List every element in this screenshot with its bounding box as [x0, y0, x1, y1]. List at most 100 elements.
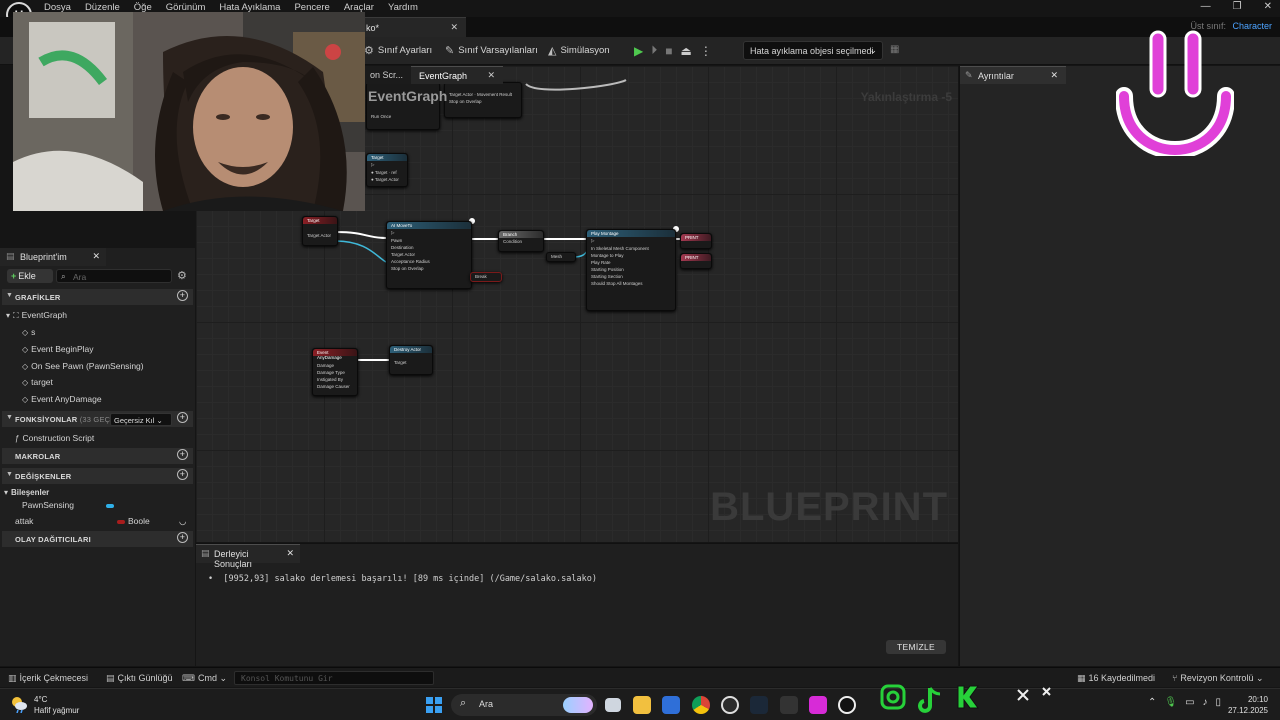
taskbar-search[interactable]: ⌕ Ara	[451, 694, 597, 716]
attack-getter-node[interactable]: Mesh	[546, 252, 576, 262]
event-any-damage-node[interactable]: Event AnyDamage Damage Damage Type Insti…	[312, 348, 358, 396]
add-dispatcher-icon[interactable]: +	[177, 532, 188, 543]
epic-games-icon[interactable]	[780, 696, 798, 714]
add-macro-icon[interactable]: +	[177, 449, 188, 460]
print-string-node-2[interactable]: PRINT	[680, 253, 712, 269]
unreal-engine-icon[interactable]	[838, 696, 856, 714]
graph-tab-bar: on Scr... EventGraph ✕	[362, 66, 504, 84]
destroy-actor-node[interactable]: Destroy Actor Target	[389, 345, 433, 375]
graph-event-anydamage[interactable]: ◇ Event AnyDamage	[22, 394, 102, 404]
section-macros-label: MAKROLAR	[15, 452, 61, 461]
microphone-icon[interactable]: 🎙	[1164, 697, 1177, 708]
break-node[interactable]: Break	[470, 272, 502, 282]
section-variables[interactable]: ▼ DEĞİŞKENLER +	[2, 468, 193, 484]
revision-control-button[interactable]: ⑂ Revizyon Kontrolü ⌄	[1172, 673, 1264, 684]
close-tab-icon[interactable]: ✕	[488, 70, 496, 81]
graph-event-target[interactable]: ◇ target	[22, 377, 53, 387]
search-icon: ⌕	[61, 271, 66, 281]
add-graph-icon[interactable]: +	[177, 290, 188, 301]
branch-node[interactable]: Branch Condition	[498, 230, 544, 252]
simulation-button[interactable]: ◭ Simülasyon	[548, 44, 610, 57]
chevron-down-icon: ⌄	[156, 416, 163, 425]
settings-gear-icon[interactable]: ⚙	[177, 269, 187, 282]
my-blueprint-tab[interactable]: ▤ Blueprint'im ✕	[0, 248, 106, 266]
chevron-up-icon[interactable]: ⌃	[1148, 697, 1156, 708]
webcam-image	[13, 12, 365, 211]
play-controls: ▶ ⏵ ■ ⏏ ⋮	[634, 43, 712, 58]
unsaved-assets-button[interactable]: ▦ 16 Kaydedilmedi	[1077, 673, 1155, 684]
graph-event-s[interactable]: ◇ s	[22, 327, 35, 337]
close-tab-icon[interactable]: ✕	[1050, 70, 1058, 81]
minimize-icon[interactable]: —	[1201, 1, 1211, 12]
debug-filter-icon[interactable]: ▦	[890, 44, 899, 55]
task-view-icon[interactable]	[605, 698, 621, 712]
play-montage-node[interactable]: Play Montage ▷ In Skeletal Mesh Componen…	[586, 229, 676, 311]
tab-construction-script[interactable]: on Scr...	[362, 66, 412, 84]
menu-help[interactable]: Yardım	[388, 2, 418, 13]
override-function-dropdown[interactable]: Geçersiz Kıl ⌄	[110, 413, 172, 426]
ai-move-to-node[interactable]: AI MoveTo ▷ Pawn Destination Target Acto…	[386, 221, 472, 289]
details-tab[interactable]: ✎ Ayrıntılar ✕	[960, 66, 1066, 84]
volume-icon[interactable]: ♪	[1203, 697, 1208, 708]
section-event-dispatchers[interactable]: OLAY DAĞITICILARI +	[2, 531, 193, 547]
step-icon[interactable]: ⏵	[651, 43, 657, 58]
close-window-icon[interactable]: ✕	[1264, 1, 1272, 12]
pencil-icon: ✎	[445, 45, 455, 57]
parent-class-link[interactable]: Character	[1232, 21, 1272, 31]
ai-move-node-partial[interactable]: Target Actor · Movement Result Stop on O…	[444, 82, 522, 118]
tab-event-graph-label: EventGraph	[419, 71, 468, 81]
output-log-button[interactable]: ▤ Çıktı Günlüğü	[106, 673, 173, 684]
graph-event-onseepawn[interactable]: ◇ On See Pawn (PawnSensing)	[22, 361, 144, 371]
windows-start-icon[interactable]	[426, 697, 442, 713]
obs-icon[interactable]	[721, 696, 739, 714]
network-icon[interactable]: ▭	[1185, 697, 1194, 708]
cmd-dropdown[interactable]: ⌨ Cmd ⌄	[182, 673, 227, 684]
function-construction-script[interactable]: ƒ Construction Script	[15, 433, 94, 443]
variable-attak[interactable]: attak Boole ◡	[15, 516, 193, 526]
compiler-message-text: [9952,93] salako derlemesi başarılı! [89…	[223, 574, 597, 584]
eye-icon[interactable]: ◡	[179, 516, 186, 527]
graph-item-eventgraph[interactable]: ▾ ⛶ EventGraph	[6, 310, 67, 321]
content-drawer-button[interactable]: ▥ İçerik Çekmecesi	[8, 673, 88, 684]
object-type-pill	[106, 503, 115, 508]
kick-icon	[957, 685, 979, 709]
eject-icon[interactable]: ⏏	[681, 44, 692, 58]
tab-event-graph[interactable]: EventGraph ✕	[411, 66, 504, 84]
blueprint-document-tab[interactable]: ko* ✕	[362, 17, 466, 37]
component-pawnsensing[interactable]: PawnSensing	[22, 500, 117, 510]
add-function-icon[interactable]: +	[177, 412, 188, 423]
compiler-results-tab[interactable]: ▤ Derleyici Sonuçları ✕	[196, 544, 300, 569]
close-tab-icon[interactable]: ✕	[450, 22, 458, 33]
components-header[interactable]: ▾ Bileşenler	[4, 488, 49, 497]
clear-button[interactable]: TEMİZLE	[886, 640, 946, 654]
add-variable-icon[interactable]: +	[177, 469, 188, 480]
stop-icon[interactable]: ■	[665, 44, 672, 58]
compiler-icon: ▤	[201, 548, 210, 558]
more-options-icon[interactable]: ⋮	[700, 44, 712, 58]
console-command-input[interactable]: Konsol Komutunu Gir	[234, 671, 434, 685]
smiley-overlay-icon	[1116, 30, 1234, 156]
chrome-icon[interactable]	[692, 696, 710, 714]
section-macros[interactable]: MAKROLAR +	[2, 448, 193, 464]
class-settings-button[interactable]: ⚙ Sınıf Ayarları	[364, 44, 432, 57]
file-explorer-icon[interactable]	[633, 696, 651, 714]
section-graphs[interactable]: ▼ GRAFİKLER +	[2, 289, 193, 305]
add-button-label: Ekle	[18, 271, 36, 281]
blueprint-search-input[interactable]: ⌕ Ara	[56, 269, 172, 283]
play-icon[interactable]: ▶	[634, 44, 643, 58]
close-tab-icon[interactable]: ✕	[286, 548, 294, 559]
app-pink-icon[interactable]	[809, 696, 827, 714]
clock[interactable]: 20:10 27.12.2025	[1228, 694, 1268, 716]
restore-icon[interactable]: ❐	[1233, 1, 1242, 12]
debug-object-select[interactable]: Hata ayıklama objesi seçilmedi ⌄	[743, 41, 883, 60]
add-button[interactable]: + Ekle	[7, 269, 53, 283]
steam-icon[interactable]	[750, 696, 768, 714]
close-tab-icon[interactable]: ✕	[92, 251, 100, 262]
get-target-node[interactable]: Target Target Actor	[302, 216, 338, 246]
print-string-node-1[interactable]: PRINT	[680, 233, 712, 249]
battery-icon[interactable]: ▯	[1216, 697, 1222, 708]
target-setter-node[interactable]: Target ▷ ● Target · ref ● Target Actor	[366, 153, 408, 187]
graph-event-beginplay[interactable]: ◇ Event BeginPlay	[22, 344, 94, 354]
class-defaults-button[interactable]: ✎ Sınıf Varsayılanları	[445, 44, 538, 57]
store-icon[interactable]	[662, 696, 680, 714]
